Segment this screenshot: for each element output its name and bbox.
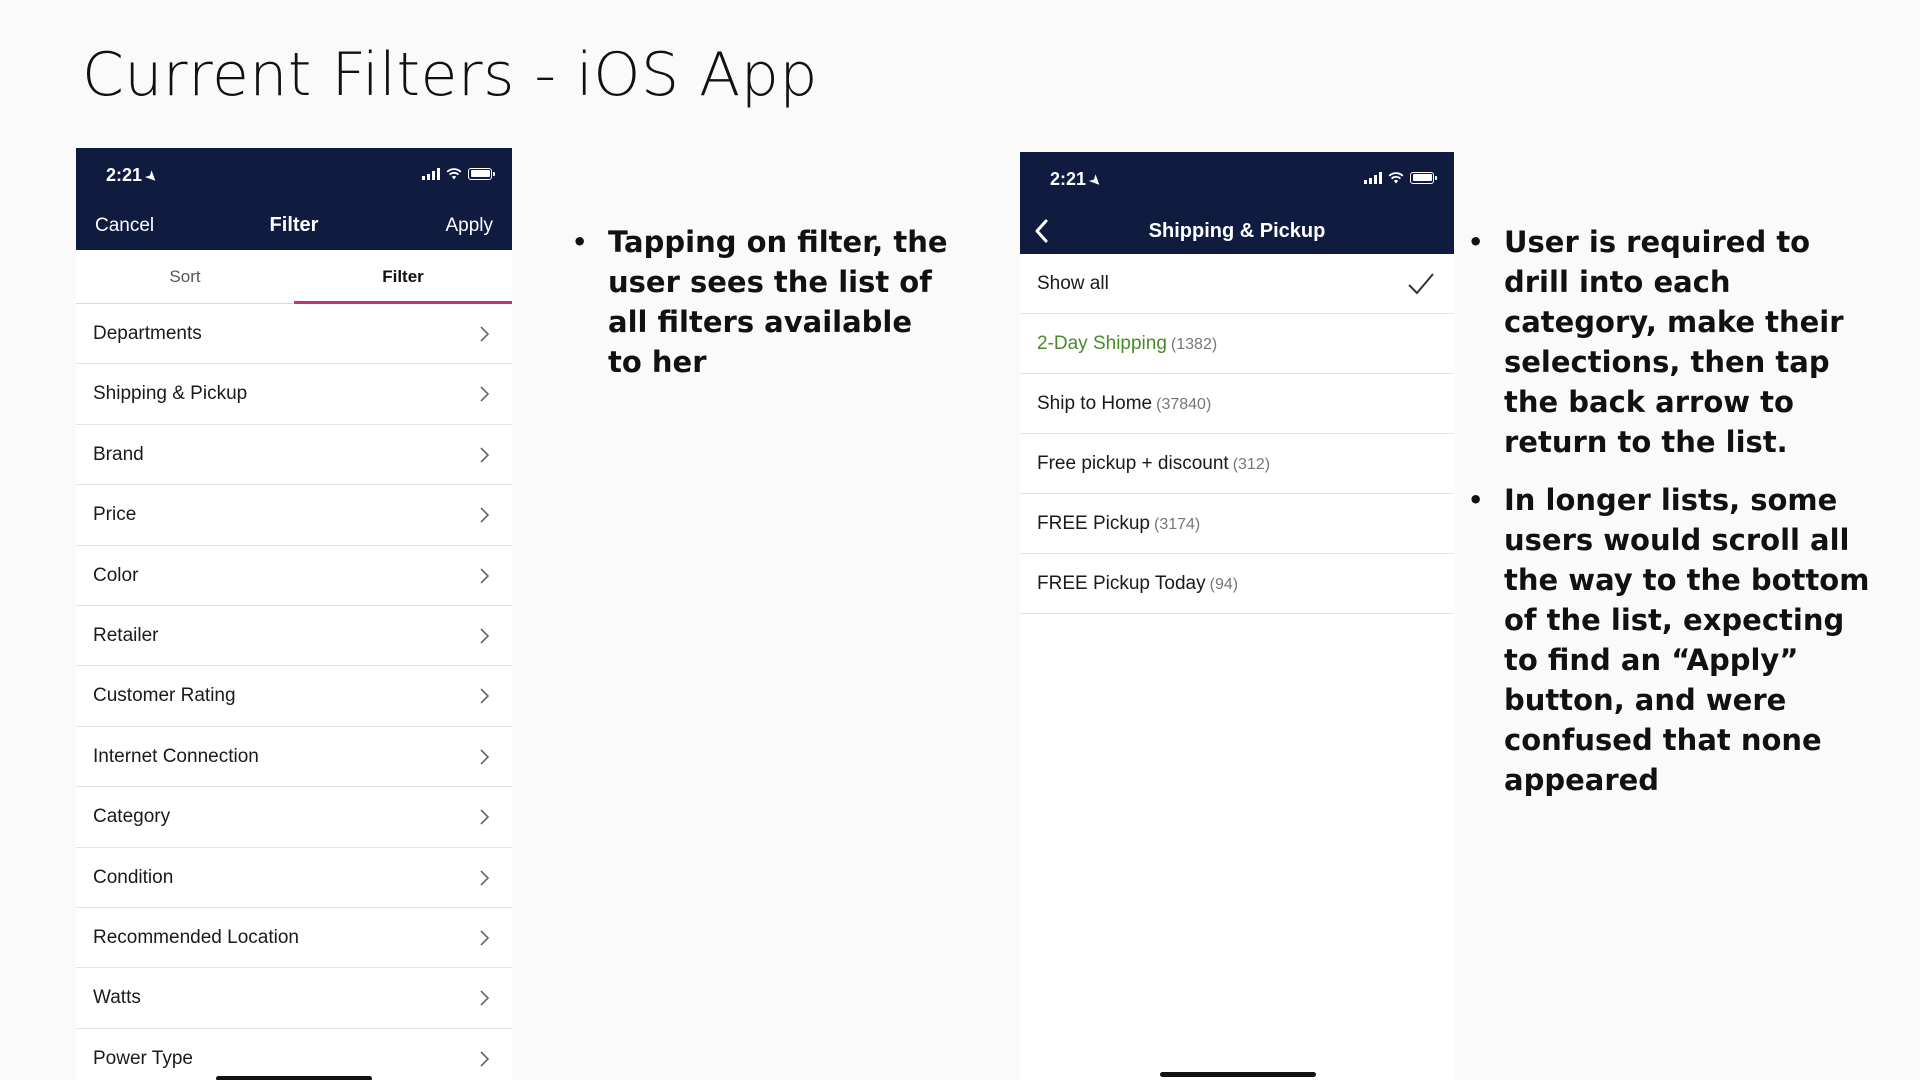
apply-button[interactable]: Apply (445, 215, 493, 237)
option-label: 2-Day Shipping (1382) (1037, 333, 1218, 354)
filter-item-condition[interactable]: Condition (76, 847, 512, 908)
filter-category-list: Departments Shipping & Pickup Brand Pric… (76, 304, 512, 1080)
filter-item-retailer[interactable]: Retailer (76, 605, 512, 667)
chevron-right-icon (480, 447, 490, 463)
chevron-right-icon (480, 386, 490, 402)
wifi-icon (1388, 172, 1404, 184)
filter-item-label: Customer Rating (93, 685, 236, 707)
wifi-icon (446, 168, 462, 180)
battery-icon (1410, 171, 1437, 184)
nav-bar: Cancel Filter Apply (76, 204, 512, 250)
cellular-signal-icon (422, 167, 440, 180)
left-notes: Tapping on filter, the user sees the lis… (570, 222, 950, 400)
option-free-pickup[interactable]: FREE Pickup (3174) (1020, 494, 1454, 554)
tab-filter[interactable]: Filter (294, 250, 512, 304)
filter-item-label: Brand (93, 443, 144, 465)
filter-item-label: Watts (93, 987, 141, 1009)
note-bullet: Tapping on filter, the user sees the lis… (570, 222, 950, 382)
chevron-right-icon (480, 688, 490, 704)
filter-item-label: Category (93, 806, 171, 828)
chevron-right-icon (480, 809, 490, 825)
filter-item-label: Internet Connection (93, 745, 259, 767)
filter-screen: 2:21➤ Cancel Filter Apply Sort Filter De… (76, 148, 512, 1080)
status-time: 2:21➤ (1050, 169, 1105, 190)
status-icons (1364, 171, 1437, 184)
option-2-day-shipping[interactable]: 2-Day Shipping (1382) (1020, 314, 1454, 374)
location-arrow-icon: ➤ (142, 167, 161, 186)
right-notes: User is required to drill into each cate… (1466, 222, 1876, 818)
note-bullet: User is required to drill into each cate… (1466, 222, 1876, 462)
option-label: Ship to Home (37840) (1037, 393, 1212, 414)
filter-item-recommended-location[interactable]: Recommended Location (76, 907, 512, 969)
filter-item-label: Shipping & Pickup (93, 383, 248, 405)
home-indicator[interactable] (216, 1076, 372, 1080)
slide-title: Current Filters - iOS App (82, 40, 818, 110)
home-indicator[interactable] (1160, 1072, 1316, 1077)
chevron-right-icon (480, 507, 490, 523)
chevron-right-icon (480, 628, 490, 644)
checkmark-icon (1408, 273, 1434, 295)
option-count: (94) (1209, 576, 1239, 593)
cellular-signal-icon (1364, 171, 1382, 184)
option-count: (3174) (1153, 516, 1201, 533)
chevron-right-icon (480, 990, 490, 1006)
shipping-pickup-screen: 2:21➤ Shipping & Pickup Show all 2-Day S… (1020, 152, 1454, 1080)
filter-item-power-type[interactable]: Power Type (76, 1028, 512, 1080)
chevron-right-icon (480, 1051, 490, 1067)
tab-sort[interactable]: Sort (76, 250, 294, 304)
option-label: FREE Pickup (3174) (1037, 513, 1201, 534)
nav-title: Shipping & Pickup (1148, 220, 1326, 242)
battery-icon (468, 167, 495, 180)
sort-filter-tabs: Sort Filter (76, 250, 512, 304)
option-free-pickup-today[interactable]: FREE Pickup Today (94) (1020, 554, 1454, 614)
filter-item-price[interactable]: Price (76, 485, 512, 546)
filter-item-label: Retailer (93, 624, 159, 646)
chevron-right-icon (480, 326, 490, 342)
option-show-all[interactable]: Show all (1020, 254, 1454, 314)
filter-item-internet-connection[interactable]: Internet Connection (76, 726, 512, 788)
status-time: 2:21➤ (106, 165, 161, 186)
status-icons (422, 167, 495, 180)
option-label: Free pickup + discount (312) (1037, 453, 1271, 474)
filter-item-label: Condition (93, 866, 174, 888)
option-count: (1382) (1170, 336, 1218, 353)
filter-item-watts[interactable]: Watts (76, 968, 512, 1029)
status-bar: 2:21➤ (76, 148, 512, 204)
filter-item-shipping-pickup[interactable]: Shipping & Pickup (76, 364, 512, 425)
filter-item-label: Recommended Location (93, 926, 299, 948)
filter-item-departments[interactable]: Departments (76, 304, 512, 365)
filter-item-label: Power Type (93, 1047, 193, 1069)
option-count: (312) (1232, 456, 1271, 473)
chevron-right-icon (480, 930, 490, 946)
location-arrow-icon: ➤ (1086, 171, 1105, 190)
nav-bar: Shipping & Pickup (1020, 208, 1454, 254)
option-label: Show all (1037, 273, 1109, 294)
option-ship-to-home[interactable]: Ship to Home (37840) (1020, 374, 1454, 434)
chevron-right-icon (480, 749, 490, 765)
filter-item-label: Price (93, 504, 137, 526)
status-bar: 2:21➤ (1020, 152, 1454, 208)
shipping-options-list: Show all 2-Day Shipping (1382) Ship to Ho… (1020, 254, 1454, 614)
filter-item-customer-rating[interactable]: Customer Rating (76, 666, 512, 727)
option-count: (37840) (1156, 396, 1212, 413)
filter-item-color[interactable]: Color (76, 545, 512, 606)
filter-item-label: Departments (93, 323, 202, 344)
option-label: FREE Pickup Today (94) (1037, 573, 1239, 594)
chevron-right-icon (480, 567, 490, 584)
filter-item-brand[interactable]: Brand (76, 424, 512, 486)
note-bullet: In longer lists, some users would scroll… (1466, 480, 1876, 800)
filter-item-label: Color (93, 564, 139, 586)
filter-item-category[interactable]: Category (76, 787, 512, 848)
option-free-pickup-discount[interactable]: Free pickup + discount (312) (1020, 434, 1454, 494)
chevron-right-icon (480, 869, 490, 886)
